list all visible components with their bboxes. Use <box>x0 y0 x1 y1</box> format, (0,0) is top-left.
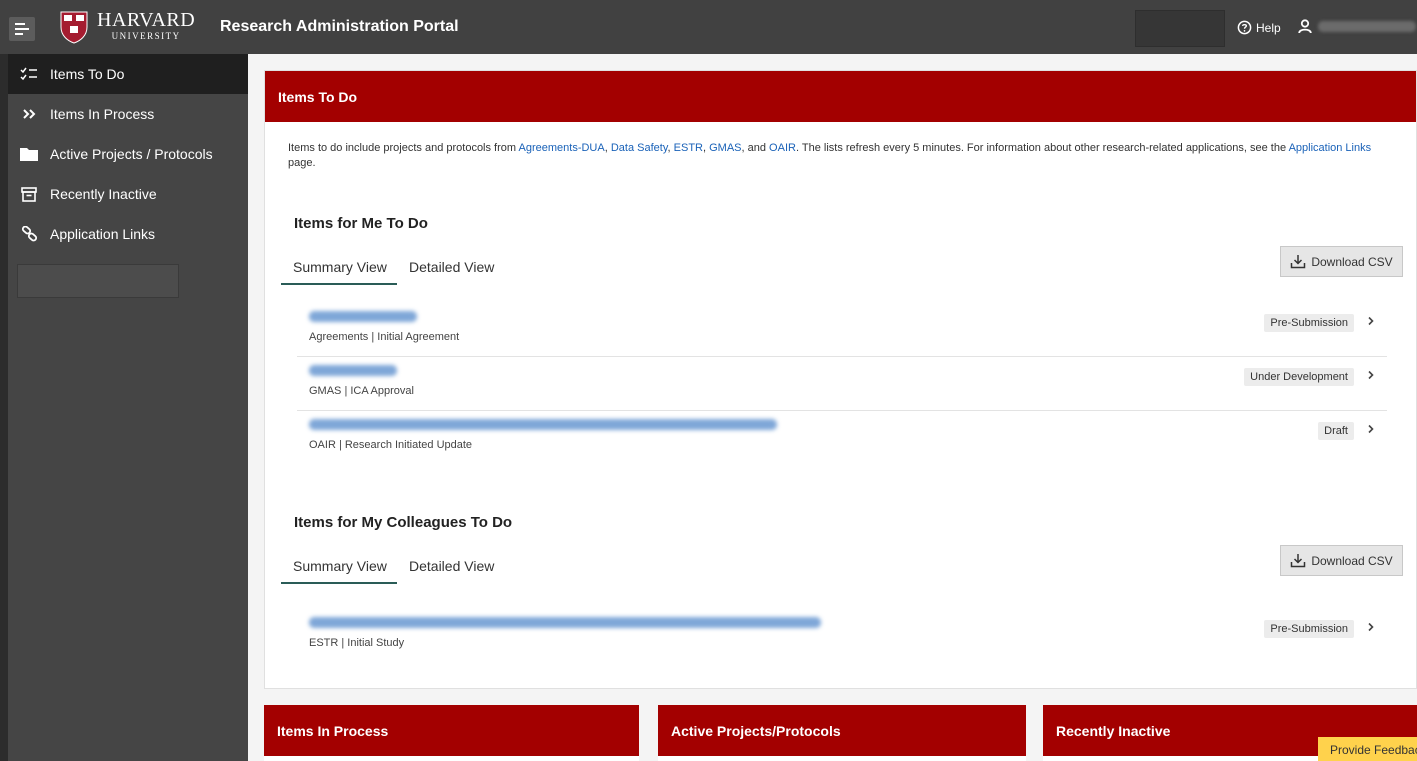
hamburger-menu-button[interactable] <box>9 17 35 41</box>
application-links-link[interactable]: Application Links <box>1289 142 1372 154</box>
download-csv-button[interactable]: Download CSV <box>1280 545 1403 576</box>
sidebar-item-label: Items In Process <box>50 106 155 122</box>
portal-title: Research Administration Portal <box>220 18 459 35</box>
sidebar-search-box[interactable] <box>17 264 179 298</box>
checklist-icon <box>19 67 39 81</box>
tab-summary-view[interactable]: Summary View <box>293 558 387 574</box>
status-badge: Pre-Submission <box>1264 620 1354 638</box>
status-badge: Under Development <box>1244 368 1354 386</box>
intro-part: Items to do include projects and protoco… <box>288 142 519 154</box>
sidebar-item-label: Application Links <box>50 226 156 242</box>
tab-detailed-view[interactable]: Detailed View <box>409 259 494 275</box>
download-icon <box>1291 554 1306 568</box>
card-title: Recently Inactive <box>1056 722 1171 739</box>
user-name-redacted <box>1318 21 1416 32</box>
card-title: Active Projects/Protocols <box>671 722 841 739</box>
folder-icon <box>19 147 39 161</box>
sidebar-item-label: Active Projects / Protocols <box>50 146 213 162</box>
menu-line <box>15 28 29 30</box>
provide-feedback-button[interactable]: Provide Feedback <box>1318 737 1417 761</box>
intro-part: page. <box>288 157 316 169</box>
chevron-right-icon[interactable] <box>1367 316 1375 326</box>
sidebar-item-items-to-do[interactable]: Items To Do <box>8 54 248 94</box>
items-in-process-card: Items In Process <box>264 705 639 761</box>
card-header: Items To Do <box>265 71 1416 122</box>
double-chevron-icon <box>19 108 39 120</box>
estr-link[interactable]: ESTR <box>674 142 703 154</box>
download-icon <box>1291 255 1306 269</box>
card-title: Items In Process <box>277 722 389 739</box>
card-header: Items In Process <box>264 705 639 756</box>
items-for-me-title: Items for Me To Do <box>294 215 428 232</box>
item-title-redacted[interactable] <box>309 419 777 430</box>
chevron-right-icon[interactable] <box>1367 622 1375 632</box>
list-item[interactable]: OAIR | Research Initiated Update Draft <box>297 412 1387 465</box>
archive-icon <box>19 186 39 202</box>
item-meta: Agreements | Initial Agreement <box>309 331 460 343</box>
items-for-colleagues-title: Items for My Colleagues To Do <box>294 514 513 531</box>
feedback-label: Provide Feedback <box>1330 743 1417 757</box>
active-projects-card: Active Projects/Protocols <box>658 705 1026 761</box>
menu-line <box>15 33 23 35</box>
sidebar-item-items-in-process[interactable]: Items In Process <box>8 94 248 134</box>
data-safety-link[interactable]: Data Safety <box>611 142 668 154</box>
item-meta: GMAS | ICA Approval <box>309 385 414 397</box>
sidebar-item-application-links[interactable]: Application Links <box>8 214 248 254</box>
agreements-dua-link[interactable]: Agreements-DUA <box>519 142 605 154</box>
top-search-box[interactable] <box>1135 10 1225 47</box>
brand-name: HARVARD <box>97 9 196 31</box>
tab-summary-view[interactable]: Summary View <box>293 259 387 275</box>
active-tab-indicator <box>281 582 397 584</box>
intro-sep: , and <box>741 142 770 154</box>
chevron-right-icon[interactable] <box>1367 424 1375 434</box>
user-icon <box>1298 19 1312 34</box>
item-meta: OAIR | Research Initiated Update <box>309 439 473 451</box>
chevron-right-icon[interactable] <box>1367 370 1375 380</box>
download-csv-label: Download CSV <box>1311 553 1393 568</box>
item-title-redacted[interactable] <box>309 365 397 376</box>
item-meta: ESTR | Initial Study <box>309 637 405 649</box>
tab-detailed-view[interactable]: Detailed View <box>409 558 494 574</box>
card-title: Items To Do <box>278 88 358 105</box>
help-link[interactable]: Help <box>1237 20 1281 35</box>
harvard-wordmark: HARVARD UNIVERSITY <box>97 10 195 42</box>
item-title-redacted[interactable] <box>309 311 417 322</box>
menu-line <box>15 23 25 25</box>
help-icon <box>1237 20 1252 35</box>
list-item[interactable]: ESTR | Initial Study Pre-Submission <box>297 610 1387 663</box>
sidebar-edge <box>0 54 8 761</box>
top-bar: HARVARD UNIVERSITY Research Administrati… <box>0 0 1417 54</box>
active-tab-indicator <box>281 283 397 285</box>
card-header: Active Projects/Protocols <box>658 705 1026 756</box>
download-csv-button[interactable]: Download CSV <box>1280 246 1403 277</box>
oair-link[interactable]: OAIR <box>769 142 796 154</box>
link-icon <box>19 226 39 242</box>
item-title-redacted[interactable] <box>309 617 821 628</box>
gmas-link[interactable]: GMAS <box>709 142 741 154</box>
list-item[interactable]: GMAS | ICA Approval Under Development <box>297 358 1387 411</box>
sidebar-item-active-projects[interactable]: Active Projects / Protocols <box>8 134 248 174</box>
sidebar-item-label: Recently Inactive <box>50 186 157 202</box>
list-item[interactable]: Agreements | Initial Agreement Pre-Submi… <box>297 304 1387 357</box>
intro-part: . The lists refresh every 5 minutes. For… <box>795 142 1289 154</box>
status-badge: Draft <box>1318 422 1354 440</box>
user-menu[interactable] <box>1298 19 1416 34</box>
help-label: Help <box>1256 20 1281 35</box>
intro-text: Items to do include projects and protoco… <box>288 141 1398 171</box>
sidebar-item-recently-inactive[interactable]: Recently Inactive <box>8 174 248 214</box>
sidebar-item-label: Items To Do <box>50 66 125 82</box>
harvard-shield-logo <box>60 11 88 44</box>
download-csv-label: Download CSV <box>1311 254 1393 269</box>
status-badge: Pre-Submission <box>1264 314 1354 332</box>
brand-sub: UNIVERSITY <box>111 31 181 41</box>
